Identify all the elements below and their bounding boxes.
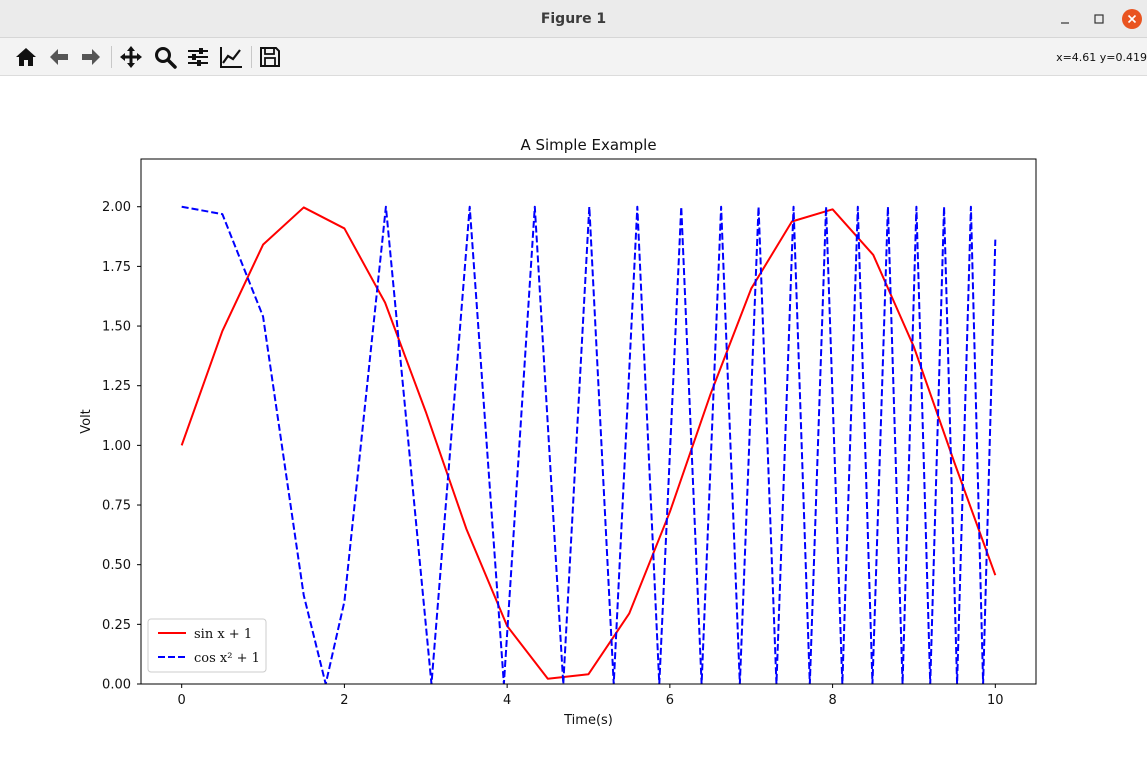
toolbar-separator (251, 46, 252, 68)
y-tick-label: 0.50 (102, 558, 131, 573)
zoom-icon[interactable] (152, 44, 178, 70)
legend-label: cos x² + 1 (194, 651, 260, 666)
window-title: Figure 1 (540, 11, 607, 27)
toolbar: x=4.61 y=0.419 (0, 38, 1147, 76)
toolbar-separator (111, 46, 112, 68)
legend: sin x + 1 cos x² + 1 (147, 618, 267, 673)
y-tick-label: 0.00 (102, 678, 131, 693)
back-arrow-icon[interactable] (46, 44, 72, 70)
y-tick-label: 1.25 (102, 379, 131, 394)
x-tick-label: 0 (178, 693, 186, 708)
sliders-icon[interactable] (185, 44, 211, 70)
x-tick-label: 8 (828, 693, 836, 708)
home-icon[interactable] (13, 44, 39, 70)
x-tick-label: 4 (503, 693, 511, 708)
move-icon[interactable] (118, 44, 144, 70)
legend-label: sin x + 1 (194, 627, 252, 642)
cursor-coordinates: x=4.61 y=0.419 (1056, 51, 1147, 64)
minimize-icon[interactable] (1054, 8, 1076, 30)
line-chart-icon[interactable] (218, 44, 244, 70)
y-tick-label: 2.00 (102, 200, 131, 215)
x-tick-label: 2 (340, 693, 348, 708)
title-bar: Figure 1 (0, 0, 1147, 38)
x-tick-label: 6 (666, 693, 674, 708)
x-axis-label: Time(s) (563, 713, 613, 728)
figure-canvas[interactable]: A Simple Example 0 2 4 6 8 10 0.00 0.25 0.50 0.75… (0, 76, 1147, 757)
y-axis-label: Volt (79, 409, 94, 434)
forward-arrow-icon[interactable] (78, 44, 104, 70)
maximize-icon[interactable] (1088, 8, 1110, 30)
close-icon[interactable] (1121, 8, 1143, 30)
y-tick-label: 0.25 (102, 618, 131, 633)
y-tick-label: 1.50 (102, 320, 131, 335)
y-tick-label: 0.75 (102, 499, 131, 514)
save-icon[interactable] (257, 44, 283, 70)
x-tick-label: 10 (987, 693, 1004, 708)
y-tick-label: 1.00 (102, 439, 131, 454)
y-tick-label: 1.75 (102, 260, 131, 275)
chart-title: A Simple Example (520, 136, 656, 154)
